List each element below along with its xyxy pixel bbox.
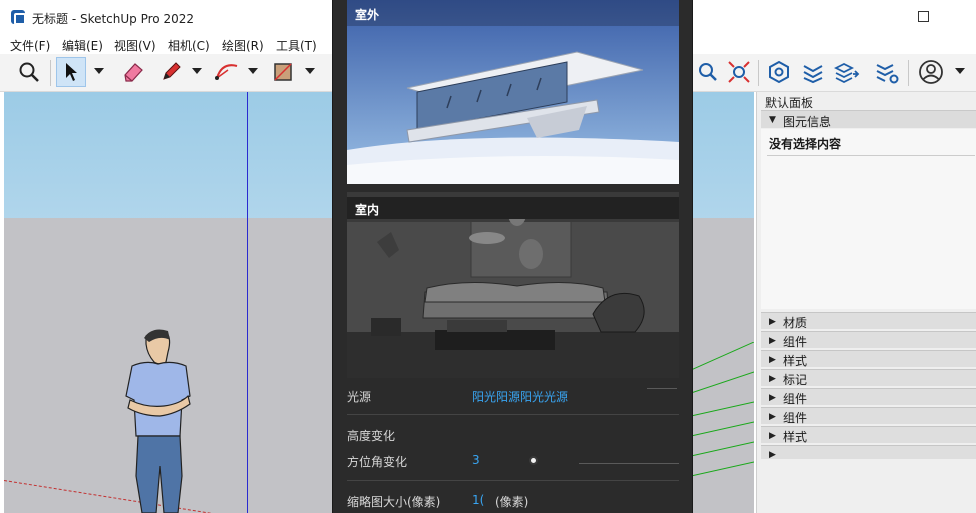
section-label: 标记 — [783, 373, 808, 387]
sketchup-logo-icon — [11, 10, 26, 25]
default-tray: 默认面板 ▼ 图元信息 没有选择内容 ▶ 材质 ▶ 组件 ▶ 样式 ▶ 标记 ▶ 组件 ▶… — [756, 92, 976, 513]
render-preset-dialog: 室外 室内 光源 阳光阳源阳光光源 高度变化 方位角变化 3 缩略图大小(像素)… — [332, 0, 693, 513]
toolbar-separator — [758, 60, 759, 86]
pencil-dropdown-icon[interactable] — [192, 68, 202, 74]
tray-section-styles[interactable]: ▶ 样式 — [761, 350, 976, 368]
tray-section-components-2[interactable]: ▶ 组件 — [761, 388, 976, 406]
tray-section-components[interactable]: ▶ 组件 — [761, 331, 976, 349]
rectangle-icon[interactable] — [268, 57, 298, 87]
divider — [347, 414, 679, 415]
window-title: 无标题 - SketchUp Pro 2022 — [32, 12, 194, 26]
light-source-label: 光源 — [347, 390, 372, 404]
exterior-label: 室外 — [355, 8, 380, 22]
sketchup-window: 无标题 - SketchUp Pro 2022 文件(F) 编辑(E) 视图(V… — [0, 0, 976, 513]
exterior-preview-image[interactable] — [347, 0, 679, 184]
menu-file[interactable]: 文件(F) — [10, 37, 50, 54]
expand-triangle-icon: ▶ — [769, 317, 776, 327]
divider — [767, 155, 975, 156]
expand-triangle-icon: ▶ — [769, 393, 776, 403]
select-dropdown-icon[interactable] — [94, 68, 104, 74]
section-label: 样式 — [783, 430, 808, 444]
blue-axis — [247, 92, 248, 513]
expand-triangle-icon: ▶ — [769, 355, 776, 365]
maximize-button[interactable] — [918, 11, 929, 22]
collapse-triangle-icon: ▼ — [769, 115, 776, 125]
zoom-window-icon[interactable] — [692, 57, 722, 87]
slider-track[interactable] — [579, 463, 679, 464]
thumb-size-unit: (像素) — [495, 495, 529, 509]
tray-section-components-3[interactable]: ▶ 组件 — [761, 407, 976, 425]
section-label: 样式 — [783, 354, 808, 368]
menu-draw[interactable]: 绘图(R) — [222, 37, 264, 54]
rectangle-dropdown-icon[interactable] — [305, 68, 315, 74]
select-icon[interactable] — [56, 57, 86, 87]
menu-camera[interactable]: 相机(C) — [168, 37, 210, 54]
pencil-icon[interactable] — [156, 57, 186, 87]
section-label: 组件 — [783, 411, 808, 425]
height-change-label: 高度变化 — [347, 429, 396, 443]
entity-info-header[interactable]: ▼ 图元信息 — [761, 110, 976, 129]
section-label: 材质 — [783, 316, 808, 330]
tray-section-styles-2[interactable]: ▶ 样式 — [761, 426, 976, 444]
section-label: 组件 — [783, 335, 808, 349]
thumb-size-value[interactable]: 1( — [472, 493, 484, 507]
section-label: 组件 — [783, 392, 808, 406]
expand-triangle-icon: ▶ — [769, 450, 776, 460]
light-source-value[interactable]: 阳光阳源阳光光源 — [472, 388, 568, 405]
azimuth-change-label: 方位角变化 — [347, 455, 408, 469]
expand-triangle-icon: ▶ — [769, 431, 776, 441]
dashed-line — [647, 388, 677, 389]
layers-icon[interactable] — [798, 57, 828, 87]
menu-view[interactable]: 视图(V) — [114, 37, 156, 54]
menu-bar: 文件(F) 编辑(E) 视图(V) 相机(C) 绘图(R) 工具(T) — [0, 34, 330, 54]
azimuth-change-value[interactable]: 3 — [472, 453, 480, 467]
account-dropdown-icon[interactable] — [955, 68, 965, 74]
toolbar-separator — [908, 60, 909, 86]
scale-figure — [125, 329, 191, 513]
zoom-extents-icon[interactable] — [724, 57, 754, 87]
no-selection-message: 没有选择内容 — [769, 137, 842, 151]
entity-info-label: 图元信息 — [783, 115, 832, 129]
arc-dropdown-icon[interactable] — [248, 68, 258, 74]
zoom-icon[interactable] — [14, 57, 44, 87]
expand-triangle-icon: ▶ — [769, 336, 776, 346]
thumb-size-label: 缩略图大小(像素) — [347, 495, 441, 509]
expand-triangle-icon: ▶ — [769, 374, 776, 384]
interior-label: 室内 — [347, 197, 679, 219]
expand-triangle-icon: ▶ — [769, 412, 776, 422]
tray-section-materials[interactable]: ▶ 材质 — [761, 312, 976, 330]
tray-section-more[interactable]: ▶ — [761, 445, 976, 460]
tray-section-tags[interactable]: ▶ 标记 — [761, 369, 976, 387]
entity-info-panel: 没有选择内容 — [761, 129, 976, 309]
eraser-icon[interactable] — [118, 57, 148, 87]
arc-icon[interactable] — [212, 57, 242, 87]
extension-warehouse-icon[interactable] — [764, 57, 794, 87]
menu-tools[interactable]: 工具(T) — [276, 37, 317, 54]
tray-title: 默认面板 — [765, 96, 814, 110]
divider — [347, 480, 679, 481]
3d-warehouse-icon[interactable] — [832, 57, 862, 87]
account-icon[interactable] — [916, 57, 946, 87]
toolbar-separator — [50, 60, 51, 86]
azimuth-slider-knob[interactable] — [529, 456, 538, 465]
interior-preview-image[interactable] — [347, 192, 679, 378]
extension-manager-icon[interactable] — [872, 57, 902, 87]
menu-edit[interactable]: 编辑(E) — [62, 37, 103, 54]
